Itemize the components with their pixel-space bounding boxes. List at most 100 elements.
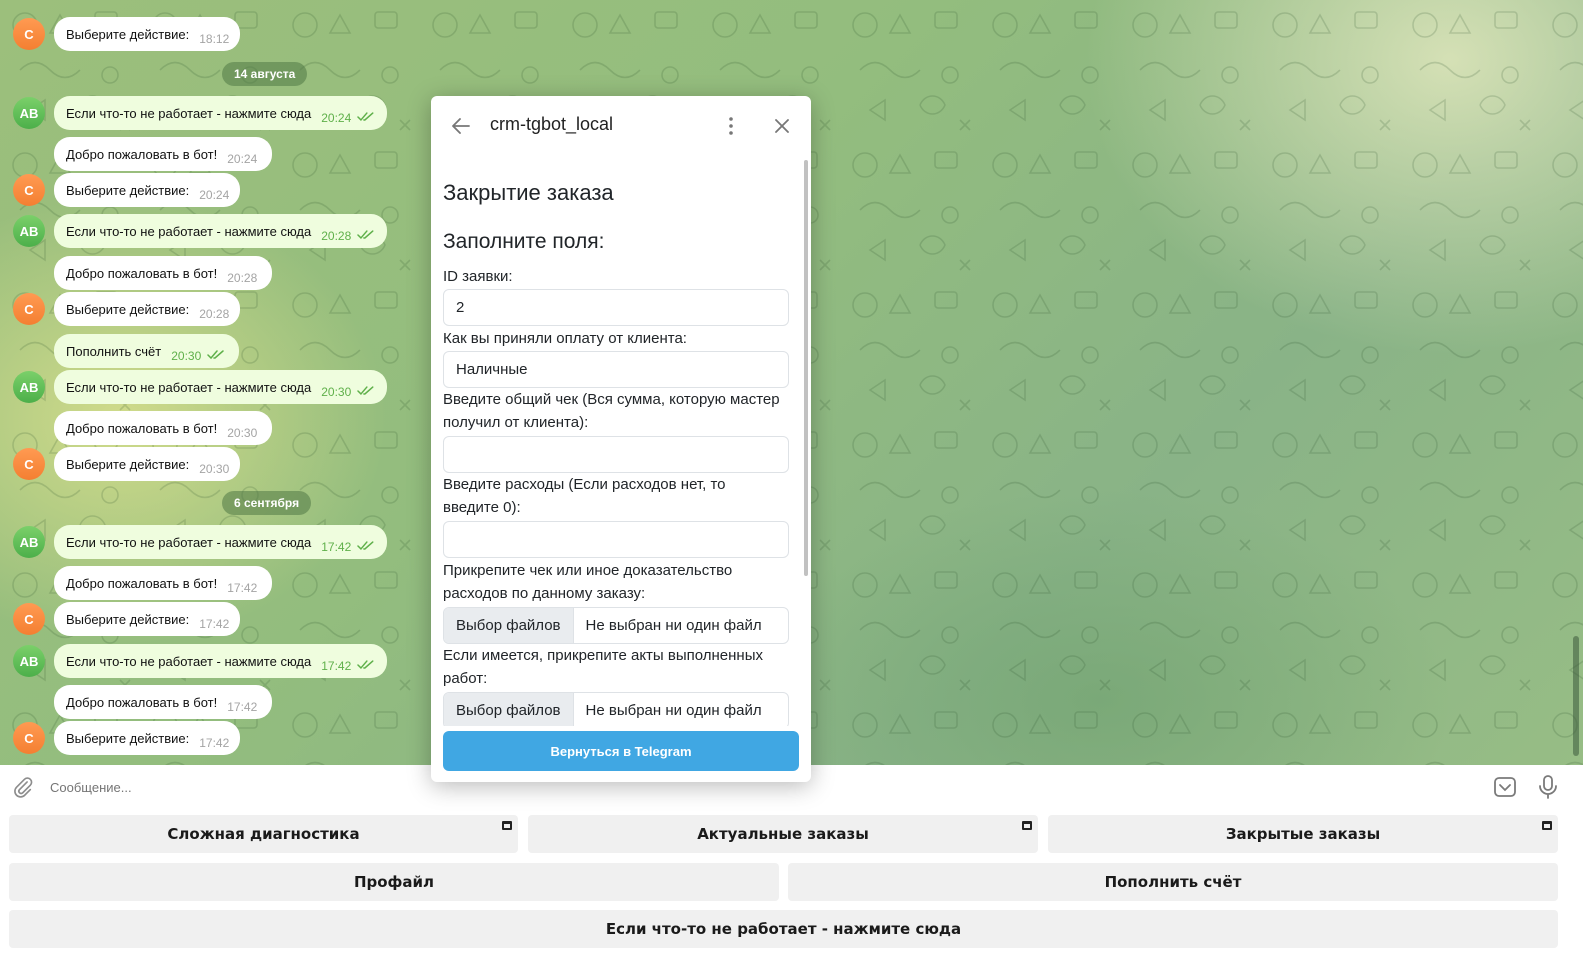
message-text: Если что-то не работает - нажмите сюда	[66, 653, 312, 669]
message-time: 20:28	[321, 229, 352, 243]
double-check-icon	[357, 541, 374, 551]
message-text: Выберите действие:	[66, 456, 190, 472]
chat-scrollbar-thumb[interactable]	[1573, 636, 1579, 756]
message-time: 20:30	[227, 426, 258, 440]
message-time: 20:30	[171, 349, 202, 363]
message-time: 17:42	[227, 581, 258, 595]
message-row: Добро пожаловать в бот! 20:28	[0, 256, 400, 290]
microphone-icon[interactable]	[1537, 774, 1559, 800]
message-time: 17:42	[227, 700, 258, 714]
message-bubble[interactable]: Выберите действие: 20:28	[54, 292, 240, 326]
total-receipt-input[interactable]	[443, 436, 789, 473]
keyboard-button-active-orders[interactable]: Актуальные заказы	[528, 815, 1038, 853]
message-bubble[interactable]: Если что-то не работает - нажмите сюда 20…	[54, 370, 387, 404]
message-bubble[interactable]: Если что-то не работает - нажмите сюда 17…	[54, 644, 387, 678]
date-separator: 14 августа	[222, 62, 308, 86]
avatar[interactable]: АВ	[13, 97, 45, 129]
message-row: АВ Если что-то не работает - нажмите сюда…	[0, 214, 400, 248]
form-heading: Закрытие заказа	[443, 180, 614, 205]
keyboard-button-label: Сложная диагностика	[167, 825, 360, 843]
message-bubble[interactable]: Выберите действие: 17:42	[54, 721, 240, 755]
more-vertical-icon[interactable]	[719, 114, 743, 138]
message-row: АВ Если что-то не работает - нажмите сюда…	[0, 370, 400, 404]
message-bubble[interactable]: Если что-то не работает - нажмите сюда 20…	[54, 96, 387, 130]
message-time: 17:42	[199, 617, 230, 631]
keyboard-button-label: Закрытые заказы	[1225, 825, 1381, 843]
message-row: Добро пожаловать в бот! 17:42	[0, 566, 400, 600]
message-bubble[interactable]: Добро пожаловать в бот! 20:24	[54, 137, 272, 171]
message-time: 20:30	[199, 462, 230, 476]
double-check-icon	[357, 112, 374, 122]
keyboard-toggle-icon[interactable]	[1493, 775, 1517, 799]
avatar[interactable]: С	[13, 293, 45, 325]
message-bubble[interactable]: Выберите действие: 18:12	[54, 17, 240, 51]
message-time: 20:24	[227, 152, 258, 166]
message-text: Выберите действие:	[66, 301, 190, 317]
message-bubble[interactable]: Пополнить счёт 20:30	[54, 334, 239, 368]
payment-method-label: Как вы приняли оплату от клиента:	[443, 330, 687, 347]
dialog-scrollbar[interactable]	[804, 160, 808, 576]
avatar[interactable]: С	[13, 174, 45, 206]
receipt-upload-label: Прикрепите чек или иное доказательство р…	[443, 562, 733, 602]
acts-upload-label: Если имеется, прикрепите акты выполненны…	[443, 647, 763, 687]
message-bubble[interactable]: Выберите действие: 20:24	[54, 173, 240, 207]
message-bubble[interactable]: Выберите действие: 17:42	[54, 602, 240, 636]
message-row: Пополнить счёт 20:30	[0, 334, 400, 368]
avatar[interactable]: С	[13, 722, 45, 754]
return-to-telegram-button[interactable]: Вернуться в Telegram	[443, 731, 799, 771]
acts-file-input[interactable]: Выбор файлов Не выбран ни один файл	[443, 692, 789, 726]
webapp-window-icon	[1542, 821, 1552, 830]
arrow-left-icon[interactable]	[449, 114, 473, 138]
message-text: Добро пожаловать в бот!	[66, 420, 218, 436]
message-row: АВ Если что-то не работает - нажмите сюда…	[0, 525, 400, 559]
keyboard-button-top-up[interactable]: Пополнить счёт	[788, 863, 1558, 901]
message-text: Если что-то не работает - нажмите сюда	[66, 534, 312, 550]
keyboard-button-label: Если что-то не работает - нажмите сюда	[605, 920, 962, 938]
avatar[interactable]: С	[13, 448, 45, 480]
message-bubble[interactable]: Если что-то не работает - нажмите сюда 20…	[54, 214, 387, 248]
message-row: С Выберите действие: 20:28	[0, 292, 400, 326]
order-id-label: ID заявки:	[443, 268, 513, 285]
paperclip-icon[interactable]	[12, 776, 34, 798]
avatar[interactable]: АВ	[13, 526, 45, 558]
avatar[interactable]: АВ	[13, 645, 45, 677]
message-time: 20:24	[199, 188, 230, 202]
avatar[interactable]: АВ	[13, 371, 45, 403]
date-separator: 6 сентября	[222, 491, 312, 515]
choose-files-button[interactable]: Выбор файлов	[444, 693, 574, 726]
keyboard-button-profile[interactable]: Профайл	[9, 863, 779, 901]
expenses-input[interactable]	[443, 521, 789, 558]
close-icon[interactable]	[770, 114, 794, 138]
message-time: 20:30	[321, 385, 352, 399]
message-text: Если что-то не работает - нажмите сюда	[66, 223, 312, 239]
message-bubble[interactable]: Выберите действие: 20:30	[54, 447, 240, 481]
message-text: Если что-то не работает - нажмите сюда	[66, 105, 312, 121]
avatar[interactable]: С	[13, 18, 45, 50]
keyboard-button-complex-diagnostics[interactable]: Сложная диагностика	[9, 815, 518, 853]
avatar[interactable]: С	[13, 603, 45, 635]
choose-files-button[interactable]: Выбор файлов	[444, 608, 574, 643]
double-check-icon	[357, 660, 374, 670]
message-bubble[interactable]: Добро пожаловать в бот! 17:42	[54, 566, 272, 600]
webapp-window-icon	[502, 821, 512, 830]
message-row: С Выберите действие: 20:24	[0, 173, 400, 207]
message-bubble[interactable]: Добро пожаловать в бот! 20:30	[54, 411, 272, 445]
payment-method-input[interactable]: Наличные	[443, 351, 789, 388]
receipt-file-input[interactable]: Выбор файлов Не выбран ни один файл	[443, 607, 789, 644]
order-id-input[interactable]: 2	[443, 289, 789, 326]
message-text: Выберите действие:	[66, 26, 190, 42]
dialog-title: crm-tgbot_local	[490, 114, 614, 134]
message-row: С Выберите действие: 17:42	[0, 721, 400, 755]
message-text: Добро пожаловать в бот!	[66, 146, 218, 162]
keyboard-button-label: Пополнить счёт	[1104, 873, 1242, 891]
message-bubble[interactable]: Добро пожаловать в бот! 17:42	[54, 685, 272, 719]
dialog-body: Закрытие заказа Заполните поля: ID заявк…	[431, 156, 811, 726]
message-text: Пополнить счёт	[66, 343, 162, 359]
expenses-label: Введите расходы (Если расходов нет, то в…	[443, 476, 726, 516]
keyboard-button-help[interactable]: Если что-то не работает - нажмите сюда	[9, 910, 1558, 948]
keyboard-button-closed-orders[interactable]: Закрытые заказы	[1048, 815, 1558, 853]
message-bubble[interactable]: Если что-то не работает - нажмите сюда 17…	[54, 525, 387, 559]
form-subheading: Заполните поля:	[443, 230, 605, 253]
message-bubble[interactable]: Добро пожаловать в бот! 20:28	[54, 256, 272, 290]
avatar[interactable]: АВ	[13, 215, 45, 247]
